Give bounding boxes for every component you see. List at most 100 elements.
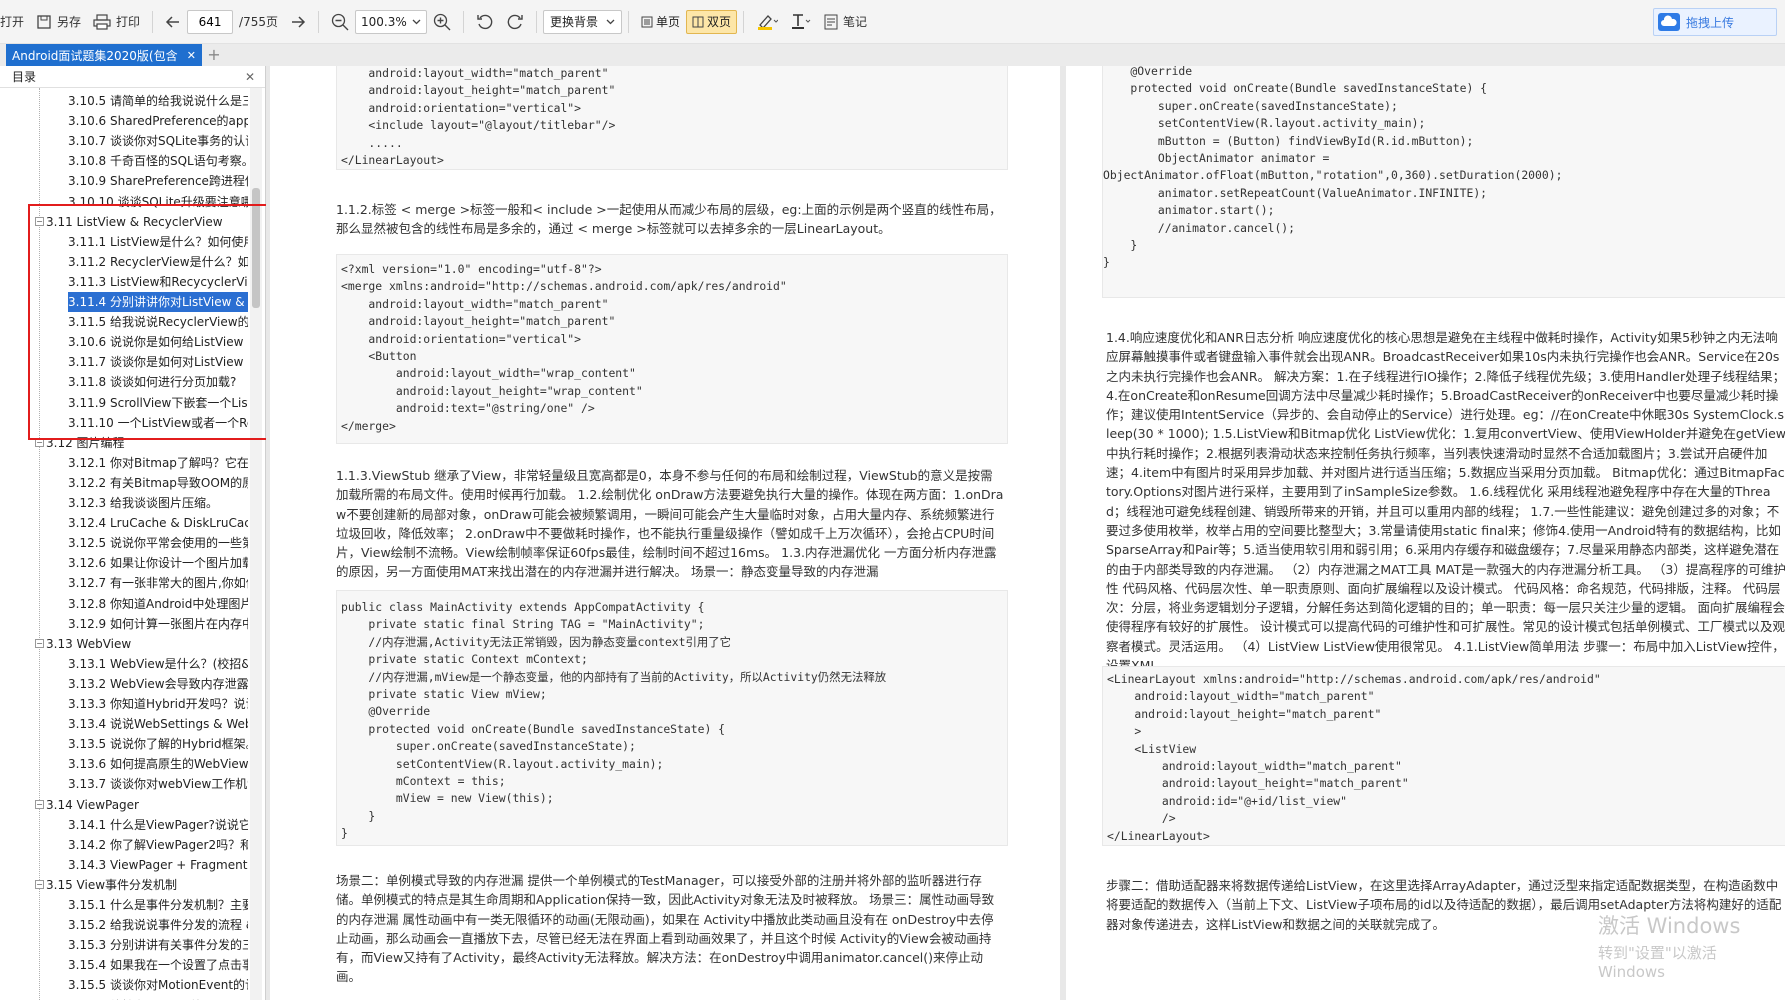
- note-icon: [824, 14, 838, 29]
- toc-item[interactable]: 3.12.1 你对Bitmap了解吗？它在内: [68, 453, 248, 473]
- chevron-down-icon: [606, 19, 615, 24]
- right-page: @Override protected void onCreate(Bundle…: [1066, 66, 1785, 1000]
- chevron-down-icon: [412, 19, 421, 24]
- notes-label: 笔记: [843, 15, 868, 29]
- toc-item[interactable]: 3.15.5 谈谈你对MotionEvent的认: [68, 975, 248, 995]
- toc-item[interactable]: 3.14.1 什么是ViewPager?说说它: [68, 815, 248, 835]
- highlighter-icon: [758, 14, 779, 30]
- text-format-icon: [792, 13, 811, 29]
- toc-item[interactable]: 3.13.2 WebView会导致内存泄露吗: [68, 674, 248, 694]
- paragraph: 1.4.响应速度优化和ANR日志分析 响应速度优化的核心思想是避免在主线程中做耗…: [1106, 330, 1785, 673]
- toc-item[interactable]: 3.12.5 说说你平常会使用的一些第: [68, 533, 248, 553]
- toc-item[interactable]: 3.12.8 你知道Android中处理图片: [68, 594, 248, 614]
- toc-collapse-toggle[interactable]: −: [35, 638, 44, 648]
- save-as-label: 另存: [57, 15, 82, 29]
- text-color-button[interactable]: [784, 7, 818, 37]
- toc-item[interactable]: 3.10.5 请简单的给我说说什么是三: [68, 91, 248, 111]
- highlight-button[interactable]: [750, 7, 784, 37]
- toc-item[interactable]: 3.12.6 如果让你设计一个图片加载: [68, 553, 248, 573]
- red-highlight-box: [28, 204, 282, 440]
- single-page-toggle[interactable]: 单页: [635, 10, 686, 34]
- document-tab[interactable]: Android面试题集2020版(包含 ✕: [6, 44, 202, 66]
- close-icon[interactable]: ✕: [245, 70, 255, 84]
- arrow-right-icon: [292, 15, 306, 28]
- toc-item[interactable]: 3.15 View事件分发机制: [46, 875, 246, 895]
- toolbar-divider: [152, 10, 154, 33]
- zoom-value: 100.3%: [361, 14, 407, 29]
- zoom-in-button[interactable]: [427, 7, 457, 37]
- save-as-button[interactable]: 另存: [30, 7, 87, 37]
- new-tab-button[interactable]: +: [202, 44, 226, 66]
- cloud-upload-label: 拖拽上传: [1686, 15, 1735, 30]
- toc-item[interactable]: 3.15.4 如果我在一个设置了点击事: [68, 955, 248, 975]
- print-button[interactable]: 打印: [87, 7, 146, 37]
- paragraph: 场景二：单例模式导致的内存泄漏 提供一个单例模式的TestManager，可以接…: [336, 873, 995, 985]
- toc-item[interactable]: 3.12.4 LruCache & DiskLruCach: [68, 513, 248, 533]
- toc-item[interactable]: 3.12.7 有一张非常大的图片,你如何: [68, 573, 248, 593]
- next-page-button[interactable]: [284, 7, 312, 37]
- toc-item[interactable]: 3.12.9 如何计算一张图片在内存中: [68, 614, 248, 634]
- rotate-left-button[interactable]: [470, 7, 500, 37]
- background-select[interactable]: 更换背景: [543, 9, 623, 34]
- document-tab-strip: Android面试题集2020版(包含 ✕ +: [0, 44, 1785, 66]
- rotate-left-icon: [477, 14, 493, 29]
- print-label: 打印: [116, 15, 141, 29]
- zoom-in-icon: [433, 13, 451, 30]
- toolbar-divider: [318, 10, 319, 33]
- double-page-toggle[interactable]: 双页: [686, 9, 738, 34]
- toc-title: 目录: [12, 70, 37, 84]
- toc-header: 目录 ✕: [0, 66, 265, 88]
- toc-item[interactable]: 3.12.3 给我谈谈图片压缩。: [68, 493, 248, 513]
- toc-item[interactable]: 3.13.7 谈谈你对webView工作机制: [68, 774, 248, 794]
- code-block: android:layout_width="match_parent" andr…: [336, 66, 1008, 170]
- print-icon: [93, 13, 111, 30]
- zoom-out-icon: [331, 13, 349, 30]
- double-page-label: 双页: [707, 15, 732, 29]
- toc-item[interactable]: 3.13.5 说说你了解的Hybrid框架。: [68, 734, 248, 754]
- toc-item[interactable]: 3.12.2 有关Bitmap导致OOM的原: [68, 473, 248, 493]
- document-viewport[interactable]: android:layout_width="match_parent" andr…: [266, 66, 1785, 1000]
- page-total: /755页: [239, 15, 278, 29]
- notes-button[interactable]: 笔记: [818, 7, 873, 37]
- toc-item[interactable]: 3.14.2 你了解ViewPager2吗？和V: [68, 835, 248, 855]
- toc-collapse-toggle[interactable]: −: [35, 799, 44, 809]
- toc-item[interactable]: 3.15.2 给我说说事件分发的流程 &: [68, 915, 248, 935]
- toc-item[interactable]: 3.15.6 线性布局A下面放置一个Bu: [68, 996, 248, 1000]
- page-number-input[interactable]: [187, 9, 234, 34]
- toolbar-divider: [743, 10, 745, 33]
- toc-item[interactable]: 3.13.3 你知道Hybrid开发吗？说说: [68, 694, 248, 714]
- code-block: <LinearLayout xmlns:android="http://sche…: [1102, 666, 1785, 846]
- paragraph: 1.1.3.ViewStub 继承了View，非常轻量级且宽高都是0，本身不参与…: [336, 468, 1004, 580]
- toc-item[interactable]: 3.10.9 SharePreference跨进程使: [68, 171, 248, 191]
- toc-item[interactable]: 3.10.7 谈谈你对SQLite事务的认识: [68, 131, 248, 151]
- toolbar-divider: [628, 10, 630, 33]
- main-toolbar: 打开 另存 打印 /755页 100.3% 更换背景 单页: [0, 0, 1785, 44]
- toolbar-divider: [536, 10, 537, 33]
- toc-item[interactable]: 3.10.8 千奇百怪的SQL语句考察。: [68, 151, 248, 171]
- toc-item[interactable]: 3.13.4 说说WebSettings & Web: [68, 714, 248, 734]
- zoom-out-button[interactable]: [325, 7, 355, 37]
- toc-item[interactable]: 3.15.1 什么是事件分发机制？主要: [68, 895, 248, 915]
- single-page-label: 单页: [656, 15, 681, 29]
- toc-item[interactable]: 3.14 ViewPager: [46, 795, 246, 815]
- toc-item[interactable]: 3.13 WebView: [46, 634, 246, 654]
- rotate-right-button[interactable]: [500, 7, 530, 37]
- cloud-icon: [1658, 13, 1680, 31]
- toc-item[interactable]: 3.10.6 SharedPreference的apply: [68, 111, 248, 131]
- toc-item[interactable]: 3.14.3 ViewPager + Fragment组: [68, 855, 248, 875]
- open-button[interactable]: 打开: [0, 7, 30, 37]
- toc-item[interactable]: 3.15.3 分别讲讲有关事件分发的三: [68, 935, 248, 955]
- close-icon[interactable]: ✕: [187, 49, 196, 62]
- document-tab-title: Android面试题集2020版(包含: [12, 48, 178, 63]
- arrow-left-icon: [165, 15, 180, 28]
- double-page-icon: [692, 16, 704, 27]
- open-label: 打开: [0, 15, 25, 29]
- code-block: <?xml version="1.0" encoding="utf-8"?> <…: [336, 254, 1008, 444]
- zoom-select[interactable]: 100.3%: [355, 9, 427, 34]
- toc-item[interactable]: 3.13.1 WebView是什么？(校招&: [68, 654, 248, 674]
- save-icon: [37, 14, 51, 29]
- toc-item[interactable]: 3.13.6 如何提高原生的WebView加: [68, 754, 248, 774]
- toc-collapse-toggle[interactable]: −: [35, 879, 44, 889]
- prev-page-button[interactable]: [159, 7, 187, 37]
- cloud-upload-button[interactable]: 拖拽上传: [1653, 8, 1777, 36]
